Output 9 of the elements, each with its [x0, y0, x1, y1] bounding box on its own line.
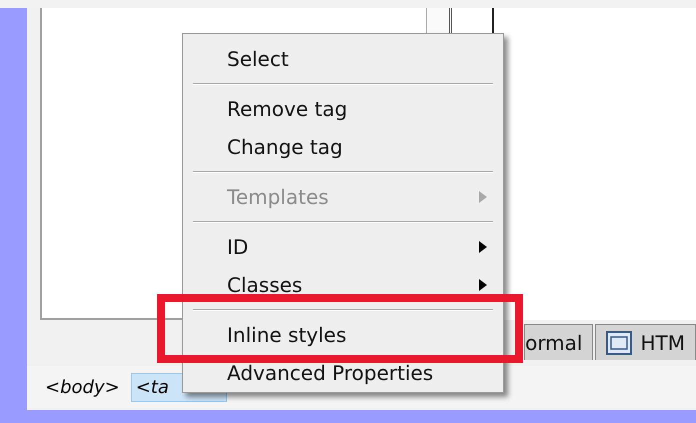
tag-selector[interactable]: <body>	[40, 372, 125, 402]
menu-item[interactable]: Change tag	[183, 128, 503, 166]
view-tab[interactable]: HTM	[595, 324, 696, 360]
menu-item[interactable]: Select	[183, 40, 503, 78]
menu-item[interactable]: Inline styles	[183, 316, 503, 354]
menu-item[interactable]: Remove tag	[183, 90, 503, 128]
menu-item[interactable]: Classes	[183, 266, 503, 304]
menu-item[interactable]: ID	[183, 228, 503, 266]
view-tab[interactable]: ormal	[524, 324, 594, 360]
